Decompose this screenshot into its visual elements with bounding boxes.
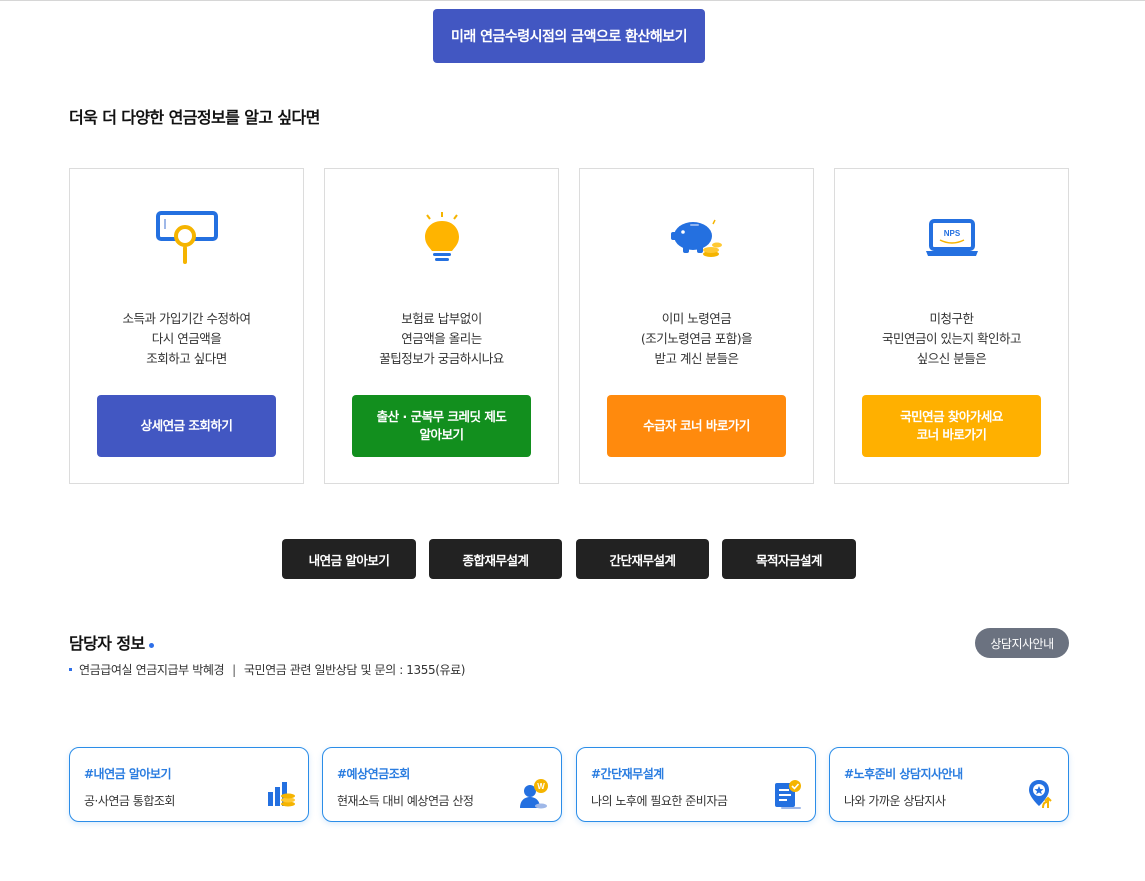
top-divider: [0, 0, 1145, 1]
purpose-fund-button[interactable]: 목적자금설계: [722, 539, 856, 579]
card-description: 미청구한 국민연금이 있는지 확인하고 싶으신 분들은: [882, 311, 1021, 366]
nps-label: NPS: [943, 229, 960, 238]
convert-future-amount-button[interactable]: 미래 연금수령시점의 금액으로 환산해보기: [433, 9, 705, 63]
document-check-icon: [775, 780, 801, 809]
bullet-icon: [69, 668, 72, 671]
comprehensive-finance-button[interactable]: 종합재무설계: [429, 539, 562, 579]
contact-separator: |: [232, 662, 236, 677]
info-card-recipient: 이미 노령연금 (조기노령연금 포함)을 받고 계신 분들은 수급자 코너 바로가기: [579, 168, 814, 484]
card-description: 보험료 납부없이 연금액을 올리는 꿀팁정보가 궁금하시나요: [379, 311, 504, 366]
link-card-tag: #간단재무설계: [591, 767, 664, 781]
piggy-bank-icon: [580, 207, 813, 271]
branch-guide-button[interactable]: 상담지사안내: [975, 628, 1069, 658]
link-card-my-pension[interactable]: #내연금 알아보기 공·사연금 통합조회: [69, 747, 309, 822]
info-card-unclaimed: NPS 미청구한 국민연금이 있는지 확인하고 싶으신 분들은 국민연금 찾아가세요…: [834, 168, 1069, 484]
location-pin-icon: [1029, 780, 1052, 809]
link-card-simple-finance[interactable]: #간단재무설계 나의 노후에 필요한 준비자금: [576, 747, 816, 822]
contact-title: 담당자 정보: [69, 634, 145, 653]
card-description: 이미 노령연금 (조기노령연금 포함)을 받고 계신 분들은: [640, 311, 753, 366]
link-card-subtitle: 나의 노후에 필요한 준비자금: [591, 794, 728, 808]
my-pension-button[interactable]: 내연금 알아보기: [282, 539, 416, 579]
section-title: 더욱 더 다양한 연금정보를 알고 싶다면: [69, 108, 320, 127]
card-description: 소득과 가입기간 수정하여 다시 연금액을 조회하고 싶다면: [122, 311, 251, 366]
contact-info: 연금급여실 연금지급부 박혜경 | 국민연금 관련 일반상담 및 문의 : 13…: [69, 661, 465, 678]
find-pension-corner-button[interactable]: 국민연금 찾아가세요 코너 바로가기: [862, 395, 1041, 457]
link-card-expected-pension[interactable]: #예상연금조회 현재소득 대비 예상연금 산정 W: [322, 747, 562, 822]
link-card-subtitle: 공·사연금 통합조회: [84, 794, 175, 808]
info-card-credit: 보험료 납부없이 연금액을 올리는 꿀팁정보가 궁금하시나요 출산 · 군복무 크레…: [324, 168, 559, 484]
link-card-subtitle: 현재소득 대비 예상연금 산정: [337, 794, 474, 808]
credit-system-button[interactable]: 출산 · 군복무 크레딧 제도 알아보기: [352, 395, 531, 457]
link-card-tag: #내연금 알아보기: [84, 767, 172, 781]
user-coin-icon: W: [520, 779, 548, 809]
won-label: W: [537, 782, 545, 791]
search-monitor-icon: [70, 207, 303, 271]
link-card-subtitle: 나와 가까운 상담지사: [844, 794, 946, 808]
nps-laptop-icon: NPS: [835, 207, 1068, 271]
contact-inquiry: 국민연금 관련 일반상담 및 문의 : 1355(유료): [243, 663, 466, 677]
link-card-tag: #예상연금조회: [337, 767, 410, 781]
title-dot: [149, 643, 154, 648]
bar-chart-coins-icon: [268, 782, 295, 807]
recipient-corner-button[interactable]: 수급자 코너 바로가기: [607, 395, 786, 457]
link-card-tag: #노후준비 상담지사안내: [844, 767, 963, 781]
link-card-branch-guide[interactable]: #노후준비 상담지사안내 나와 가까운 상담지사: [829, 747, 1069, 822]
contact-department: 연금급여실 연금지급부 박혜경: [79, 663, 225, 677]
detail-pension-inquiry-button[interactable]: 상세연금 조회하기: [97, 395, 276, 457]
info-card-detail-pension: 소득과 가입기간 수정하여 다시 연금액을 조회하고 싶다면 상세연금 조회하기: [69, 168, 304, 484]
lightbulb-icon: [325, 207, 558, 271]
simple-finance-button[interactable]: 간단재무설계: [576, 539, 709, 579]
